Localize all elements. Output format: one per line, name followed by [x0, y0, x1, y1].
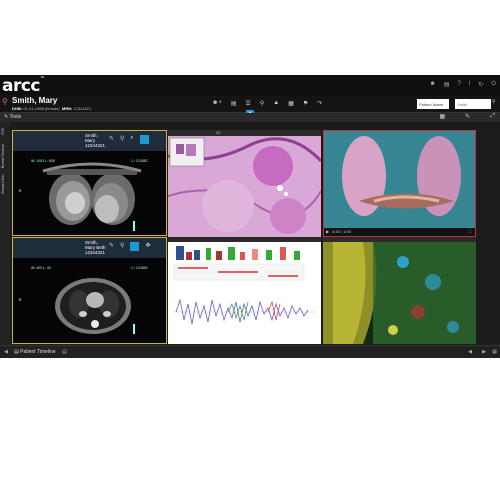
status-bar: ◀ ▤ Patient Timeline ▤ ◀ ▶ ▦ [0, 345, 500, 358]
fullscreen-icon[interactable]: ▦ [492, 349, 497, 355]
brush-icon[interactable]: ✎ [465, 113, 470, 120]
genomics-chart-image[interactable] [168, 242, 321, 344]
chevron-left-icon[interactable]: ◀ [4, 349, 8, 355]
pathology-panel[interactable]: 20 [168, 130, 321, 237]
add-user-icon[interactable]: ☻+ [212, 100, 222, 107]
search-icon[interactable]: ⚲ [120, 242, 124, 251]
tools-label[interactable]: ✎ Tools [4, 114, 21, 120]
ct-slice-index: 1 / 124583 [131, 266, 148, 270]
location-pin-icon: ⚲ [2, 97, 8, 106]
pathology-zoom-value[interactable]: 20 [216, 130, 220, 135]
center-toolbar: ☻+ ▤ ☰ ⚲ ▲ ▦ ⚑ ↷ [212, 100, 322, 107]
mri-panel-header: Smith, Mary 12344321 ✎ ⚲ ◐ [13, 131, 166, 151]
side-tab-breast-timeline[interactable]: Breast Timeline [1, 144, 9, 168]
user-icon[interactable]: ☻ [430, 81, 436, 88]
top-icons: ☻ ▤ ? i ↻ ⏻ [430, 81, 496, 88]
tools-bar: ✎ Tools ▦ ✎ ⤢ [0, 113, 500, 122]
patient-meta: DOB: 01-01-1968 (female) MRN: 12344321 [12, 106, 92, 111]
mri-panel[interactable]: Smith, Mary 12344321 ✎ ⚲ ◐ W: 1003 L: 60… [12, 130, 167, 236]
move-icon[interactable]: ✥ [145, 242, 150, 251]
tools-right-icons: ▦ ✎ ⤢ [439, 113, 495, 120]
pathology-slide-image[interactable] [168, 136, 321, 237]
info-icon[interactable]: i [469, 81, 470, 88]
if-tissue-image[interactable] [323, 242, 476, 344]
clipboard-icon[interactable]: ▤ [444, 81, 450, 88]
book-icon[interactable]: ▦ [288, 100, 294, 107]
list-icon[interactable]: ☰ [246, 100, 251, 107]
ct-chest-image[interactable] [13, 258, 167, 344]
top-bar: arcc™ ☻ ▤ ? i ↻ ⏻ [0, 75, 500, 96]
video-time: 0:20 / 1:00 [332, 229, 351, 234]
patient-name: Smith, Mary [12, 96, 58, 105]
contrast-icon[interactable] [130, 242, 140, 251]
layout-grid-icon[interactable]: ▦ [439, 113, 445, 120]
genomics-panel[interactable] [168, 237, 321, 344]
flag-icon[interactable]: ⚑ [303, 100, 308, 107]
share-icon[interactable]: ↷ [317, 100, 322, 107]
search-input[interactable] [455, 99, 491, 109]
patient-timeline-toggle[interactable]: ▤ Patient Timeline [14, 349, 56, 355]
search-type-select[interactable]: Patient Name [417, 99, 449, 109]
help-icon[interactable]: ? [458, 81, 461, 88]
ct-panel[interactable]: Smith, Mary Beth 12344321 ✎ ⚲ ✥ W: 400 L… [12, 237, 167, 344]
search-icon[interactable]: ⚲ [492, 99, 498, 109]
video-controls: ▶ 0:20 / 1:00 ⛶ [324, 228, 475, 236]
graduation-icon[interactable]: ▲ [273, 100, 279, 107]
side-tab-breast-clinic[interactable]: Breast Clinic [1, 174, 9, 194]
surgical-video-frame[interactable] [324, 131, 476, 230]
power-icon[interactable]: ⏻ [491, 81, 496, 88]
ct-tools: ✎ ⚲ ✥ [109, 242, 150, 251]
search-icon[interactable]: ⚲ [120, 135, 124, 144]
ct-window-level: W: 400 L: 40 [31, 266, 51, 270]
play-icon[interactable]: ▶ [326, 229, 329, 234]
document-icon[interactable]: ▤ [231, 100, 237, 107]
immunofluorescence-panel[interactable] [323, 237, 476, 344]
side-tab-ste[interactable]: STE [1, 128, 9, 135]
fullscreen-icon[interactable]: ⛶ [468, 229, 471, 234]
mri-window-level: W: 1003 L: 608 [31, 159, 55, 163]
ct-patient-name: Smith, Mary Beth 12344321 [85, 240, 106, 255]
mri-patient-name: Smith, Mary 12344321 [85, 133, 106, 148]
side-tabs: STE Breast Timeline Breast Clinic [0, 122, 10, 345]
refresh-icon[interactable]: ↻ [478, 81, 483, 88]
ct-orientation: R [19, 298, 22, 302]
mri-orientation: R [19, 189, 22, 193]
app-window: arcc™ ☻ ▤ ? i ↻ ⏻ ⚲ Smith, Mary DOB: 01-… [0, 75, 500, 358]
pencil-icon[interactable]: ✎ [109, 135, 114, 144]
search-plus-icon[interactable]: ⚲ [260, 100, 264, 107]
chevron-left-icon[interactable]: ◀ [468, 349, 472, 355]
video-panel[interactable]: ▶ 0:20 / 1:00 ⛶ [323, 130, 476, 237]
chevron-right-icon[interactable]: ▶ [482, 349, 486, 355]
calendar-icon[interactable]: ▤ [62, 349, 67, 355]
contrast-icon[interactable]: ◐ [130, 135, 134, 144]
move-icon[interactable] [140, 135, 150, 144]
mri-tools: ✎ ⚲ ◐ [109, 135, 150, 144]
pencil-icon[interactable]: ✎ [109, 242, 114, 251]
mri-breast-image[interactable] [13, 151, 167, 236]
ct-panel-header: Smith, Mary Beth 12344321 ✎ ⚲ ✥ [13, 238, 166, 258]
expand-icon[interactable]: ⤢ [490, 113, 495, 120]
mri-slice-index: 1 / 124582 [131, 159, 148, 163]
arcc-logo: arcc™ [2, 76, 45, 96]
